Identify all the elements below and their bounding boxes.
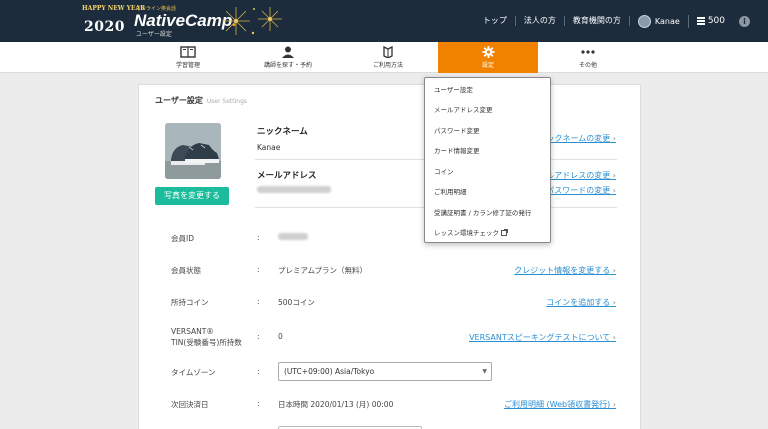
email-value-blurred: [257, 186, 331, 195]
teacher-icon: [282, 46, 294, 58]
badge-year: 2020: [84, 19, 125, 35]
membership-status-value: プレミアムプラン（無料）: [278, 266, 368, 275]
member-id-label: 会員ID: [171, 234, 194, 243]
new-year-badge: HAPPY NEW YEAR 2020: [72, 5, 145, 37]
coin-icon: [696, 16, 705, 26]
membership-status-label: 会員状態: [171, 266, 201, 275]
external-link-icon: [501, 229, 508, 236]
menu-item-coins[interactable]: コイン: [434, 166, 454, 176]
menu-item-billing[interactable]: ご利用明細: [434, 186, 467, 196]
change-email-link[interactable]: ルアドレスの変更: [546, 170, 616, 181]
versant-info-link[interactable]: VERSANTスピーキングテストについて: [469, 332, 616, 343]
menu-item-environment-check[interactable]: レッスン環境チェック: [434, 227, 508, 237]
page-title: ユーザー設定 User Settings: [155, 96, 248, 105]
colon: :: [257, 297, 260, 306]
nav-study-management[interactable]: 学習管理: [138, 42, 238, 73]
user-settings-card: ユーザー設定 User Settings 写真を変更する ニックネーム Kanae…: [138, 84, 641, 429]
menu-item-change-email[interactable]: メールアドレス変更: [434, 104, 493, 114]
timezone-label: タイムゾーン: [171, 368, 216, 377]
nav-find-teacher[interactable]: 講師を探す・予約: [238, 42, 338, 73]
nav-label: 学習管理: [175, 62, 200, 69]
timezone-select[interactable]: (UTC+09:00) Asia/Tokyo ▼: [278, 362, 492, 381]
colon: :: [257, 233, 260, 242]
billing-details-link[interactable]: ご利用明細 (Web領収書発行): [504, 399, 616, 410]
next-billing-label: 次回決済日: [171, 400, 209, 409]
colon: :: [257, 265, 260, 274]
nav-other[interactable]: その他: [538, 42, 638, 73]
versant-value: 0: [278, 332, 283, 341]
user-name: Kanae: [654, 16, 680, 26]
nav-link-top[interactable]: トップ: [475, 16, 516, 26]
book-icon: [180, 46, 196, 58]
gear-icon: [482, 46, 494, 58]
add-coins-link[interactable]: コインを追加する: [546, 297, 616, 308]
guide-icon: [383, 46, 393, 58]
nickname-value: Kanae: [257, 143, 281, 152]
profile-photo: [165, 123, 221, 179]
email-label: メールアドレス: [257, 171, 317, 181]
settings-dropdown-menu: ユーザー設定 メールアドレス変更 パスワード変更 カード情報変更 コイン ご利用…: [424, 77, 551, 243]
member-id-value-blurred: [278, 233, 308, 242]
user-menu[interactable]: Kanae: [630, 14, 689, 28]
avatar: [637, 14, 651, 28]
nav-label: ご利用方法: [372, 62, 403, 69]
nav-label: その他: [578, 62, 597, 69]
nav-label: 設定: [481, 62, 494, 69]
sneakers-photo-icon: [165, 123, 221, 179]
colon: :: [257, 367, 260, 376]
change-nickname-link[interactable]: ックネームの変更: [546, 133, 616, 144]
chevron-down-icon: ▼: [482, 368, 487, 375]
colon: :: [257, 332, 260, 341]
change-credit-link[interactable]: クレジット情報を変更する: [514, 265, 616, 276]
change-password-link[interactable]: パスワードの変更: [546, 185, 616, 196]
menu-item-certificates[interactable]: 受講証明書 / カラン修了証の発行: [434, 207, 531, 217]
nav-how-to-use[interactable]: ご利用方法: [338, 42, 438, 73]
main-nav: 学習管理 講師を探す・予約 ご利用方法 設定 その他: [0, 42, 768, 73]
nav-link-corporate[interactable]: 法人の方: [516, 16, 565, 26]
menu-item-user-settings[interactable]: ユーザー設定: [434, 84, 473, 94]
colon: :: [257, 399, 260, 408]
menu-item-change-card[interactable]: カード情報変更: [434, 145, 480, 155]
fireworks-decoration-icon: [222, 7, 282, 35]
brand-subtitle: ユーザー設定: [136, 31, 172, 38]
top-header: HAPPY NEW YEAR 2020 オンライン英会話 NativeCamp.…: [0, 0, 768, 42]
nickname-label: ニックネーム: [257, 127, 308, 137]
next-billing-value: 日本時間 2020/01/13 (月) 00:00: [278, 400, 394, 409]
coins-value: 500コイン: [278, 298, 315, 307]
info-icon[interactable]: i: [739, 15, 750, 27]
menu-item-change-password[interactable]: パスワード変更: [434, 125, 480, 135]
coins-label: 所持コイン: [171, 298, 209, 307]
nav-settings[interactable]: 設定: [438, 42, 538, 73]
versant-label: VERSANT® TIN(受験番号)所持数: [171, 327, 242, 347]
nav-label: 講師を探す・予約: [263, 62, 312, 69]
change-photo-button[interactable]: 写真を変更する: [155, 187, 229, 205]
top-nav: トップ 法人の方 教育機関の方 Kanae 500 i: [475, 0, 768, 42]
more-icon: [581, 50, 595, 54]
coin-balance[interactable]: 500: [689, 16, 733, 26]
nav-link-education[interactable]: 教育機関の方: [565, 16, 630, 26]
coin-count: 500: [707, 16, 725, 26]
